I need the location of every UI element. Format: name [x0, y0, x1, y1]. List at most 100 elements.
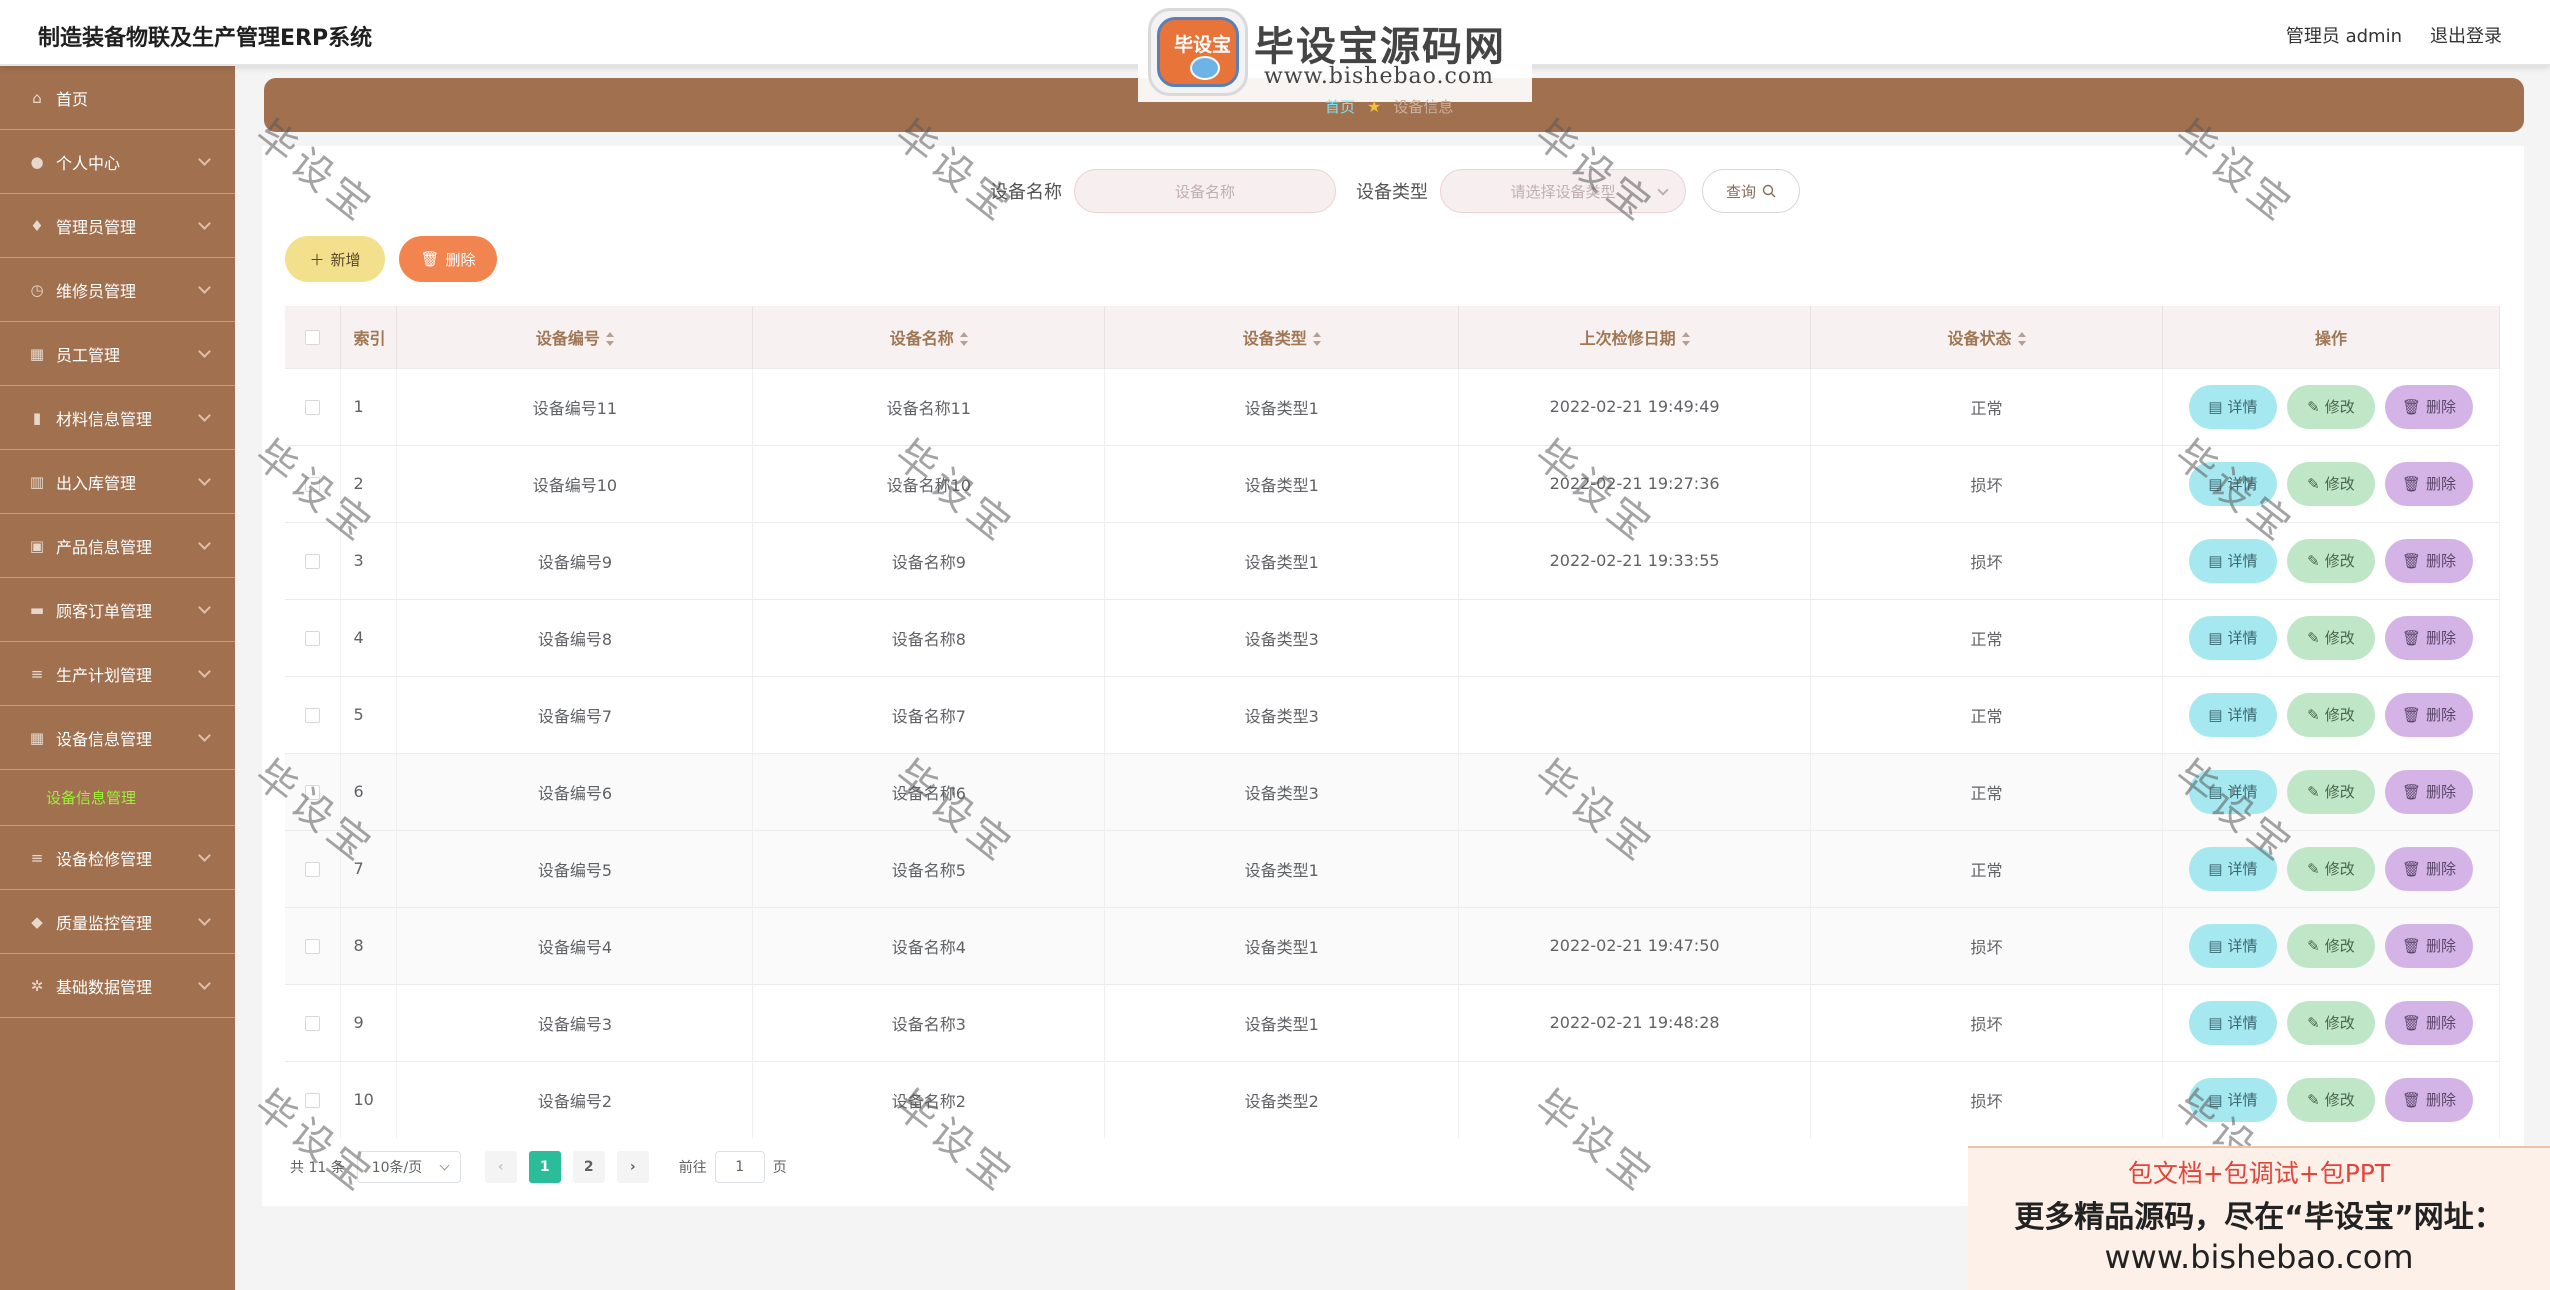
device-name-input[interactable]: 设备名称: [1074, 169, 1336, 213]
col-device-status[interactable]: 设备状态: [1810, 306, 2163, 368]
chevron-down-icon: [198, 977, 211, 990]
table-row[interactable]: 5 设备编号7 设备名称7 设备类型3 正常 ▤ 详情 ✎ 修改 🗑 删除: [285, 675, 2501, 753]
detail-button[interactable]: ▤ 详情: [2188, 384, 2277, 429]
pencil-icon: ✎: [2307, 783, 2320, 801]
sidebar-item-14[interactable]: ✲ 基础数据管理: [0, 954, 235, 1018]
sidebar-item-8[interactable]: ▣ 产品信息管理: [0, 514, 235, 578]
delete-row-button[interactable]: 🗑 删除: [2384, 538, 2473, 583]
row-checkbox[interactable]: [285, 521, 342, 599]
sidebar-item-7[interactable]: ▥ 出入库管理: [0, 450, 235, 514]
admin-user-label[interactable]: 管理员 admin: [2286, 22, 2402, 48]
cell-actions: ▤ 详情 ✎ 修改 🗑 删除: [2162, 444, 2501, 522]
delete-row-button[interactable]: 🗑 删除: [2384, 692, 2473, 737]
sidebar-item-9[interactable]: ▬ 顾客订单管理: [0, 578, 235, 642]
sidebar-item-2[interactable]: ● 个人中心: [0, 130, 235, 194]
sidebar-item-12[interactable]: ≡ 设备检修管理: [0, 826, 235, 890]
add-button[interactable]: ＋ 新增: [285, 236, 385, 282]
detail-button[interactable]: ▤ 详情: [2188, 923, 2277, 968]
sort-icon[interactable]: [1312, 332, 1321, 347]
detail-button[interactable]: ▤ 详情: [2188, 769, 2277, 814]
table-row[interactable]: 3 设备编号9 设备名称9 设备类型1 2022-02-21 19:33:55 损坏 ▤ 详情…: [285, 521, 2501, 599]
page-1-button[interactable]: 1: [528, 1151, 561, 1183]
detail-button[interactable]: ▤ 详情: [2188, 692, 2277, 737]
table-row[interactable]: 2 设备编号10 设备名称10 设备类型1 2022-02-21 19:27:36 损坏 ▤…: [285, 444, 2501, 522]
edit-button[interactable]: ✎ 修改: [2286, 1077, 2375, 1122]
sidebar-item-10[interactable]: ≡ 生产计划管理: [0, 642, 235, 706]
sidebar-item-6[interactable]: ▮ 材料信息管理: [0, 386, 235, 450]
cell-type: 设备类型1: [1104, 521, 1460, 599]
row-checkbox[interactable]: [285, 983, 342, 1061]
sort-icon[interactable]: [2017, 332, 2026, 347]
sidebar-item-11[interactable]: ▦ 设备信息管理: [0, 706, 235, 770]
table-row[interactable]: 8 设备编号4 设备名称4 设备类型1 2022-02-21 19:47:50 损坏 ▤ 详情…: [285, 906, 2501, 984]
edit-button[interactable]: ✎ 修改: [2286, 692, 2375, 737]
col-device-name[interactable]: 设备名称: [752, 306, 1106, 368]
cell-index: 6: [340, 752, 398, 830]
edit-button[interactable]: ✎ 修改: [2286, 769, 2375, 814]
delete-row-button[interactable]: 🗑 删除: [2384, 384, 2473, 429]
delete-row-button[interactable]: 🗑 删除: [2384, 923, 2473, 968]
sidebar-subitem-device-info[interactable]: 设备信息管理: [0, 770, 235, 826]
chevron-down-icon: [198, 537, 211, 550]
row-checkbox[interactable]: [285, 752, 342, 830]
row-checkbox[interactable]: [285, 829, 342, 907]
edit-button[interactable]: ✎ 修改: [2286, 1000, 2375, 1045]
detail-button[interactable]: ▤ 详情: [2188, 1000, 2277, 1045]
next-page-button[interactable]: ›: [616, 1151, 649, 1183]
edit-button[interactable]: ✎ 修改: [2286, 538, 2375, 583]
breadcrumb-home[interactable]: 首页: [1325, 96, 1355, 117]
col-last-repair-date[interactable]: 上次检修日期: [1458, 306, 1812, 368]
row-checkbox[interactable]: [285, 598, 342, 676]
delete-row-button[interactable]: 🗑 删除: [2384, 461, 2473, 506]
cell-index: 8: [340, 906, 398, 984]
device-type-select[interactable]: 请选择设备类型: [1440, 169, 1686, 213]
goto-page-input[interactable]: 1: [714, 1151, 765, 1183]
detail-button[interactable]: ▤ 详情: [2188, 538, 2277, 583]
query-button[interactable]: 查询: [1702, 169, 1800, 213]
row-checkbox[interactable]: [285, 444, 342, 522]
delete-row-button[interactable]: 🗑 删除: [2384, 1077, 2473, 1122]
table-row[interactable]: 4 设备编号8 设备名称8 设备类型3 正常 ▤ 详情 ✎ 修改 🗑 删除: [285, 598, 2501, 676]
sidebar-item-5[interactable]: ▦ 员工管理: [0, 322, 235, 386]
table-row[interactable]: 7 设备编号5 设备名称5 设备类型1 正常 ▤ 详情 ✎ 修改 🗑 删除: [285, 829, 2501, 907]
cell-actions: ▤ 详情 ✎ 修改 🗑 删除: [2162, 906, 2501, 984]
sort-icon[interactable]: [1681, 332, 1690, 347]
edit-button[interactable]: ✎ 修改: [2286, 846, 2375, 891]
edit-button[interactable]: ✎ 修改: [2286, 461, 2375, 506]
page-size-select[interactable]: 10条/页: [356, 1151, 461, 1183]
logout-button[interactable]: 退出登录: [2430, 22, 2502, 48]
edit-button[interactable]: ✎ 修改: [2286, 615, 2375, 660]
detail-button[interactable]: ▤ 详情: [2188, 615, 2277, 660]
row-checkbox[interactable]: [285, 1060, 342, 1138]
edit-button[interactable]: ✎ 修改: [2286, 923, 2375, 968]
table-row[interactable]: 6 设备编号6 设备名称6 设备类型3 正常 ▤ 详情 ✎ 修改 🗑 删除: [285, 752, 2501, 830]
delete-row-button[interactable]: 🗑 删除: [2384, 846, 2473, 891]
sidebar-item-1[interactable]: ⌂ 首页: [0, 66, 235, 130]
delete-row-button[interactable]: 🗑 删除: [2384, 769, 2473, 814]
sort-icon[interactable]: [605, 332, 614, 347]
col-device-code[interactable]: 设备编号: [396, 306, 754, 368]
sidebar-item-3[interactable]: ♦ 管理员管理: [0, 194, 235, 258]
row-checkbox[interactable]: [285, 906, 342, 984]
row-checkbox[interactable]: [285, 675, 342, 753]
table-row[interactable]: 9 设备编号3 设备名称3 设备类型1 2022-02-21 19:48:28 损坏 ▤ 详情…: [285, 983, 2501, 1061]
sidebar-item-4[interactable]: ◷ 维修员管理: [0, 258, 235, 322]
prev-page-button[interactable]: ‹: [484, 1151, 517, 1183]
edit-button[interactable]: ✎ 修改: [2286, 384, 2375, 429]
table-row[interactable]: 10 设备编号2 设备名称2 设备类型2 损坏 ▤ 详情 ✎ 修改 🗑 删除: [285, 1060, 2501, 1138]
delete-row-button[interactable]: 🗑 删除: [2384, 615, 2473, 660]
sort-icon[interactable]: [959, 332, 968, 347]
detail-button[interactable]: ▤ 详情: [2188, 1077, 2277, 1122]
detail-button[interactable]: ▤ 详情: [2188, 461, 2277, 506]
select-all-checkbox[interactable]: [285, 306, 342, 368]
col-device-type[interactable]: 设备类型: [1104, 306, 1460, 368]
delete-row-button[interactable]: 🗑 删除: [2384, 1000, 2473, 1045]
table-row[interactable]: 1 设备编号11 设备名称11 设备类型1 2022-02-21 19:49:49 正常 ▤…: [285, 367, 2501, 445]
cell-index: 5: [340, 675, 398, 753]
batch-delete-button[interactable]: 🗑 删除: [399, 236, 497, 282]
sidebar-item-13[interactable]: ◆ 质量监控管理: [0, 890, 235, 954]
detail-button[interactable]: ▤ 详情: [2188, 846, 2277, 891]
row-checkbox[interactable]: [285, 367, 342, 445]
ad-banner[interactable]: 包文档+包调试+包PPT 更多精品源码，尽在“毕设宝”网址： www.bishe…: [1968, 1146, 2550, 1290]
page-2-button[interactable]: 2: [572, 1151, 605, 1183]
